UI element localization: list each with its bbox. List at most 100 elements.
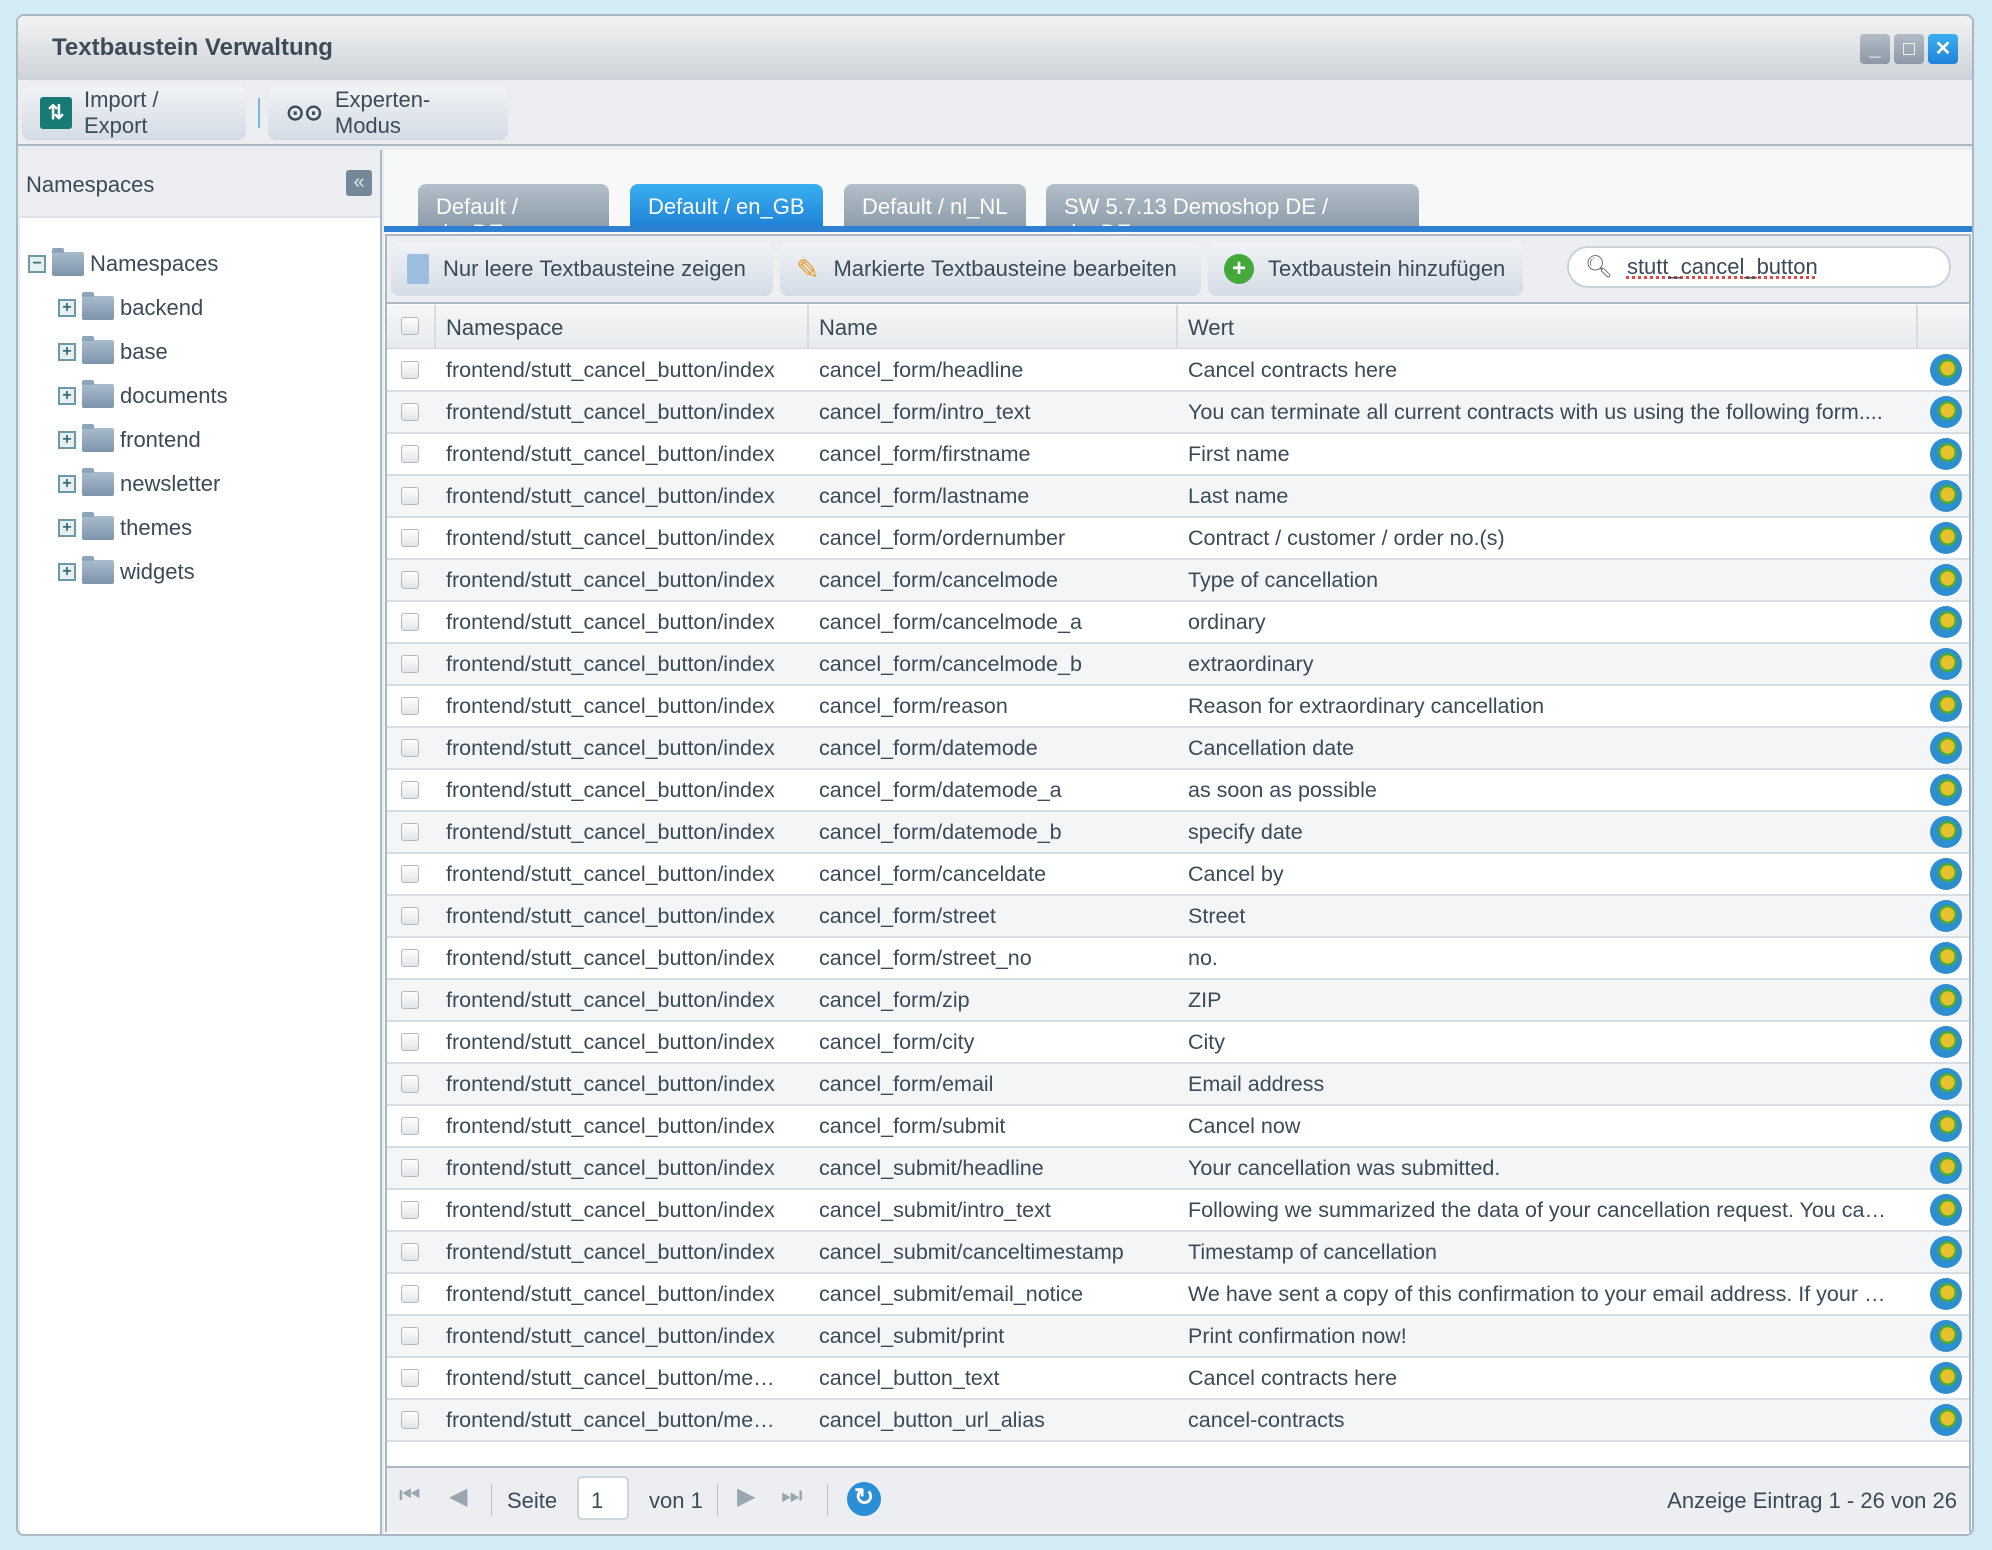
row-checkbox[interactable] (401, 1117, 419, 1135)
globe-icon[interactable] (1930, 648, 1962, 680)
cell-value[interactable]: extraordinary (1188, 644, 1908, 684)
globe-icon[interactable] (1930, 1278, 1962, 1310)
tree-node-base[interactable]: + base (58, 330, 168, 374)
expand-node-icon[interactable]: + (58, 387, 76, 405)
cell-value[interactable]: no. (1188, 938, 1908, 978)
maximize-icon[interactable]: □ (1894, 34, 1924, 64)
row-checkbox[interactable] (401, 487, 419, 505)
tab-1[interactable]: Default / de_DE (418, 184, 609, 245)
table-row[interactable]: frontend/stutt_cancel_button/index cancel… (387, 1022, 1969, 1064)
globe-icon[interactable] (1930, 690, 1962, 722)
cell-value[interactable]: Following we summarized the data of your… (1188, 1190, 1908, 1230)
globe-icon[interactable] (1930, 438, 1962, 470)
import-export-button[interactable]: ⇅ Import / Export (22, 86, 246, 140)
row-checkbox[interactable] (401, 865, 419, 883)
row-checkbox[interactable] (401, 1411, 419, 1429)
cell-value[interactable]: Last name (1188, 476, 1908, 516)
table-row[interactable]: frontend/stutt_cancel_button/index cancel… (387, 938, 1969, 980)
cell-value[interactable]: Your cancellation was submitted. (1188, 1148, 1908, 1188)
row-checkbox[interactable] (401, 1369, 419, 1387)
tab-4[interactable]: SW 5.7.13 Demoshop DE / de_DE (1046, 184, 1419, 245)
next-page-icon[interactable]: ▶ (737, 1482, 755, 1511)
globe-icon[interactable] (1930, 1026, 1962, 1058)
cell-value[interactable]: First name (1188, 434, 1908, 474)
cell-value[interactable]: You can terminate all current contracts … (1188, 392, 1908, 432)
cell-value[interactable]: Street (1188, 896, 1908, 936)
table-row[interactable]: frontend/stutt_cancel_button/index cancel… (387, 1106, 1969, 1148)
tab-2[interactable]: Default / en_GB (630, 184, 823, 226)
row-checkbox[interactable] (401, 949, 419, 967)
cell-value[interactable]: City (1188, 1022, 1908, 1062)
row-checkbox[interactable] (401, 1075, 419, 1093)
expand-node-icon[interactable]: + (58, 563, 76, 581)
refresh-icon[interactable]: ↻ (847, 1482, 881, 1516)
globe-icon[interactable] (1930, 522, 1962, 554)
column-header-namespace[interactable]: Namespace (436, 305, 809, 349)
table-row[interactable]: frontend/stutt_cancel_button/index cancel… (387, 434, 1969, 476)
globe-icon[interactable] (1930, 942, 1962, 974)
cell-value[interactable]: cancel-contracts (1188, 1400, 1908, 1440)
cell-value[interactable]: Reason for extraordinary cancellation (1188, 686, 1908, 726)
globe-icon[interactable] (1930, 1152, 1962, 1184)
table-row[interactable]: frontend/stutt_cancel_button/index cancel… (387, 1190, 1969, 1232)
expand-node-icon[interactable]: + (58, 431, 76, 449)
tab-3[interactable]: Default / nl_NL (844, 184, 1026, 226)
globe-icon[interactable] (1930, 774, 1962, 806)
row-checkbox[interactable] (401, 823, 419, 841)
expand-node-icon[interactable]: + (58, 299, 76, 317)
row-checkbox[interactable] (401, 361, 419, 379)
tree-node-frontend[interactable]: + frontend (58, 418, 201, 462)
column-header-value[interactable]: Wert (1178, 305, 1918, 349)
row-checkbox[interactable] (401, 403, 419, 421)
row-checkbox[interactable] (401, 781, 419, 799)
expand-node-icon[interactable]: + (58, 343, 76, 361)
column-header-name[interactable]: Name (809, 305, 1178, 349)
globe-icon[interactable] (1930, 564, 1962, 596)
table-row[interactable]: frontend/stutt_cancel_button/index cancel… (387, 1274, 1969, 1316)
cell-value[interactable]: Cancellation date (1188, 728, 1908, 768)
cell-value[interactable]: Print confirmation now! (1188, 1316, 1908, 1356)
tree-node-widgets[interactable]: + widgets (58, 550, 195, 594)
tree-root[interactable]: − Namespaces (28, 242, 218, 286)
globe-icon[interactable] (1930, 900, 1962, 932)
row-checkbox[interactable] (401, 655, 419, 673)
globe-icon[interactable] (1930, 1236, 1962, 1268)
row-checkbox[interactable] (401, 529, 419, 547)
table-row[interactable]: frontend/stutt_cancel_button/index cancel… (387, 854, 1969, 896)
row-checkbox[interactable] (401, 571, 419, 589)
table-row[interactable]: frontend/stutt_cancel_button/index cancel… (387, 1316, 1969, 1358)
table-row[interactable]: frontend/stutt_cancel_button/index cancel… (387, 1232, 1969, 1274)
cell-value[interactable]: Cancel now (1188, 1106, 1908, 1146)
row-checkbox[interactable] (401, 1033, 419, 1051)
table-row[interactable]: frontend/stutt_cancel_button/index cancel… (387, 896, 1969, 938)
first-page-icon[interactable]: ⏮ (399, 1482, 421, 1510)
globe-icon[interactable] (1930, 1404, 1962, 1436)
table-row[interactable]: frontend/stutt_cancel_button/index cancel… (387, 1148, 1969, 1190)
tree-node-newsletter[interactable]: + newsletter (58, 462, 220, 506)
row-checkbox[interactable] (401, 1201, 419, 1219)
row-checkbox[interactable] (401, 739, 419, 757)
table-row[interactable]: frontend/stutt_cancel_button/index cancel… (387, 980, 1969, 1022)
row-checkbox[interactable] (401, 1327, 419, 1345)
title-bar[interactable]: Textbaustein Verwaltung _ □ ✕ (18, 16, 1972, 80)
globe-icon[interactable] (1930, 732, 1962, 764)
cell-value[interactable]: Email address (1188, 1064, 1908, 1104)
globe-icon[interactable] (1930, 1320, 1962, 1352)
globe-icon[interactable] (1930, 1068, 1962, 1100)
globe-icon[interactable] (1930, 396, 1962, 428)
table-row[interactable]: frontend/stutt_cancel_button/index cancel… (387, 518, 1969, 560)
row-checkbox[interactable] (401, 907, 419, 925)
table-row[interactable]: frontend/stutt_cancel_button/index cancel… (387, 770, 1969, 812)
table-row[interactable]: frontend/stutt_cancel_button/index cancel… (387, 602, 1969, 644)
collapse-node-icon[interactable]: − (28, 255, 46, 273)
cell-value[interactable]: ZIP (1188, 980, 1908, 1020)
globe-icon[interactable] (1930, 480, 1962, 512)
cell-value[interactable]: Cancel by (1188, 854, 1908, 894)
globe-icon[interactable] (1930, 1362, 1962, 1394)
globe-icon[interactable] (1930, 816, 1962, 848)
cell-value[interactable]: Timestamp of cancellation (1188, 1232, 1908, 1272)
row-checkbox[interactable] (401, 1285, 419, 1303)
page-input[interactable]: 1 (577, 1476, 629, 1520)
table-row[interactable]: frontend/stutt_cancel_button/index cancel… (387, 560, 1969, 602)
cell-value[interactable]: Type of cancellation (1188, 560, 1908, 600)
